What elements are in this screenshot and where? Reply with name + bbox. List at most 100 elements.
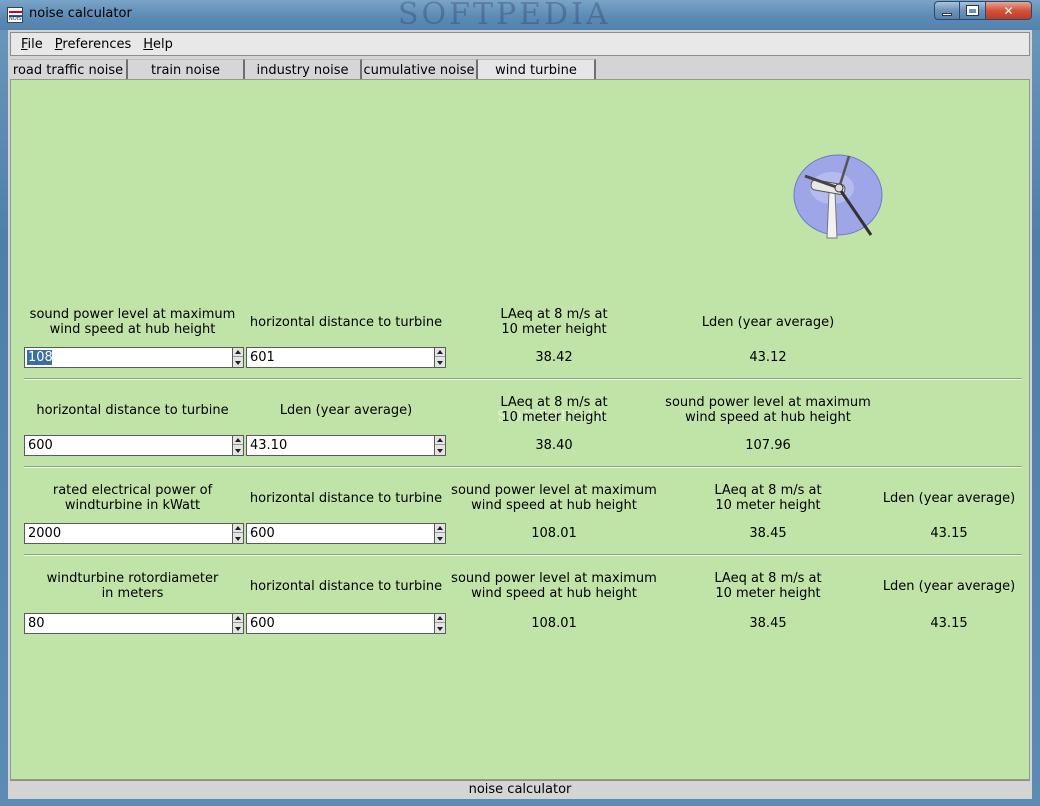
row3-input-2[interactable] bbox=[246, 523, 446, 544]
row3-input-1[interactable] bbox=[24, 523, 244, 544]
wind-turbine-panel: SOFTPEDIA sound power level at maximum w… bbox=[10, 79, 1030, 780]
row3-label-5: Lden (year average) bbox=[882, 490, 1016, 506]
rated-power-field[interactable] bbox=[25, 524, 232, 543]
row1-label-3: LAeq at 8 m/s at 10 meter height bbox=[500, 307, 608, 337]
menu-file[interactable]: File bbox=[21, 37, 43, 52]
row4-output-3: 43.15 bbox=[930, 616, 968, 631]
menu-help[interactable]: Help bbox=[143, 37, 173, 52]
spin-down-button[interactable] bbox=[435, 624, 445, 633]
row-separator bbox=[24, 466, 1022, 468]
spin-down-button[interactable] bbox=[435, 358, 445, 367]
spin-up-button[interactable] bbox=[233, 436, 243, 445]
arrow-down-icon bbox=[235, 448, 241, 453]
spin-down-button[interactable] bbox=[233, 624, 243, 633]
minimize-button[interactable] bbox=[934, 1, 960, 20]
spin-down-button[interactable] bbox=[233, 446, 243, 455]
horizontal-distance-field[interactable] bbox=[25, 436, 232, 455]
sound-power-level-field[interactable] bbox=[25, 348, 232, 367]
tab-cumulative-noise[interactable]: cumulative noise bbox=[362, 59, 478, 79]
tab-bar: road traffic noise train noise industry … bbox=[10, 59, 1030, 79]
spin-down-button[interactable] bbox=[233, 534, 243, 543]
row2-input-1[interactable] bbox=[24, 435, 244, 456]
spin-up-button[interactable] bbox=[233, 614, 243, 623]
row4-label-2: horizontal distance to turbine bbox=[249, 578, 443, 594]
row1-spinner-2[interactable] bbox=[434, 347, 446, 368]
arrow-down-icon bbox=[235, 360, 241, 365]
row4-label-5: Lden (year average) bbox=[882, 578, 1016, 594]
row1-output-1: 38.42 bbox=[535, 350, 573, 365]
maximize-button[interactable] bbox=[960, 1, 986, 20]
lden-field[interactable] bbox=[247, 436, 434, 455]
row2-spinner-2[interactable] bbox=[434, 435, 446, 456]
row2-input-2[interactable] bbox=[246, 435, 446, 456]
tab-road-traffic-noise[interactable]: road traffic noise bbox=[10, 59, 128, 79]
arrow-up-icon bbox=[235, 350, 241, 354]
row3-output-1: 108.01 bbox=[531, 526, 577, 541]
spin-up-button[interactable] bbox=[435, 348, 445, 357]
row1-label-5 bbox=[876, 302, 1022, 342]
spin-down-button[interactable] bbox=[435, 534, 445, 543]
menu-preferences[interactable]: Preferences bbox=[55, 37, 131, 52]
arrow-down-icon bbox=[437, 626, 443, 631]
row3-label-1: rated electrical power of windturbine in… bbox=[52, 483, 213, 513]
row3-label-3: sound power level at maximum wind speed … bbox=[451, 483, 657, 513]
row2-label-2: Lden (year average) bbox=[279, 402, 413, 418]
menu-bar: File Preferences Help bbox=[10, 32, 1030, 56]
row1-input-2[interactable] bbox=[246, 347, 446, 368]
wind-turbine-icon bbox=[793, 154, 883, 239]
row2-label-5 bbox=[876, 390, 1022, 430]
rotordiameter-field[interactable] bbox=[25, 614, 232, 633]
spin-down-button[interactable] bbox=[233, 358, 243, 367]
arrow-down-icon bbox=[235, 626, 241, 631]
row1-input-1[interactable] bbox=[24, 347, 244, 368]
spin-up-button[interactable] bbox=[233, 348, 243, 357]
row4-label-3: sound power level at maximum wind speed … bbox=[451, 571, 657, 601]
row3-spinner-1[interactable] bbox=[232, 523, 244, 544]
spin-up-button[interactable] bbox=[435, 524, 445, 533]
row4-label-4: LAeq at 8 m/s at 10 meter height bbox=[714, 571, 822, 601]
arrow-up-icon bbox=[235, 616, 241, 620]
close-button[interactable]: ✕ bbox=[986, 1, 1032, 20]
row4-input-2[interactable] bbox=[246, 613, 446, 634]
row4-spinner-1[interactable] bbox=[232, 613, 244, 634]
arrow-up-icon bbox=[437, 350, 443, 354]
row3-output-2: 38.45 bbox=[749, 526, 787, 541]
row4-label-1: windturbine rotordiameter in meters bbox=[46, 571, 219, 601]
row1-spinner-1[interactable] bbox=[232, 347, 244, 368]
row2-output-2: 107.96 bbox=[745, 438, 791, 453]
row1-output-2: 43.12 bbox=[749, 350, 787, 365]
calc-row-2: horizontal distance to turbine Lden (yea… bbox=[24, 390, 1022, 470]
title-bar[interactable]: NOISE noise calculator SOFTPEDIA ✕ bbox=[0, 0, 1040, 30]
tab-train-noise[interactable]: train noise bbox=[128, 59, 245, 79]
arrow-down-icon bbox=[235, 536, 241, 541]
calc-row-1: sound power level at maximum wind speed … bbox=[24, 302, 1022, 382]
row3-spinner-2[interactable] bbox=[434, 523, 446, 544]
horizontal-distance-field[interactable] bbox=[247, 614, 434, 633]
tab-wind-turbine[interactable]: wind turbine bbox=[478, 59, 596, 79]
tab-industry-noise[interactable]: industry noise bbox=[245, 59, 362, 79]
row1-label-1: sound power level at maximum wind speed … bbox=[29, 307, 236, 337]
row4-input-1[interactable] bbox=[24, 613, 244, 634]
spin-down-button[interactable] bbox=[435, 446, 445, 455]
row2-spinner-1[interactable] bbox=[232, 435, 244, 456]
row4-spinner-2[interactable] bbox=[434, 613, 446, 634]
row4-output-2: 38.45 bbox=[749, 616, 787, 631]
arrow-up-icon bbox=[437, 438, 443, 442]
horizontal-distance-field[interactable] bbox=[247, 348, 434, 367]
close-icon: ✕ bbox=[1003, 3, 1014, 18]
row2-label-3: LAeq at 8 m/s at 10 meter height bbox=[500, 395, 608, 425]
arrow-up-icon bbox=[437, 616, 443, 620]
spin-up-button[interactable] bbox=[233, 524, 243, 533]
row-separator bbox=[24, 554, 1022, 556]
row3-label-4: LAeq at 8 m/s at 10 meter height bbox=[714, 483, 822, 513]
status-bar: noise calculator bbox=[10, 780, 1030, 798]
arrow-up-icon bbox=[235, 438, 241, 442]
window-controls: ✕ bbox=[934, 1, 1032, 21]
horizontal-distance-field[interactable] bbox=[247, 524, 434, 543]
row1-label-2: horizontal distance to turbine bbox=[249, 314, 443, 330]
window-frame: NOISE noise calculator SOFTPEDIA ✕ File … bbox=[0, 0, 1040, 806]
spin-up-button[interactable] bbox=[435, 614, 445, 623]
spin-up-button[interactable] bbox=[435, 436, 445, 445]
arrow-up-icon bbox=[437, 526, 443, 530]
maximize-icon bbox=[966, 5, 979, 16]
